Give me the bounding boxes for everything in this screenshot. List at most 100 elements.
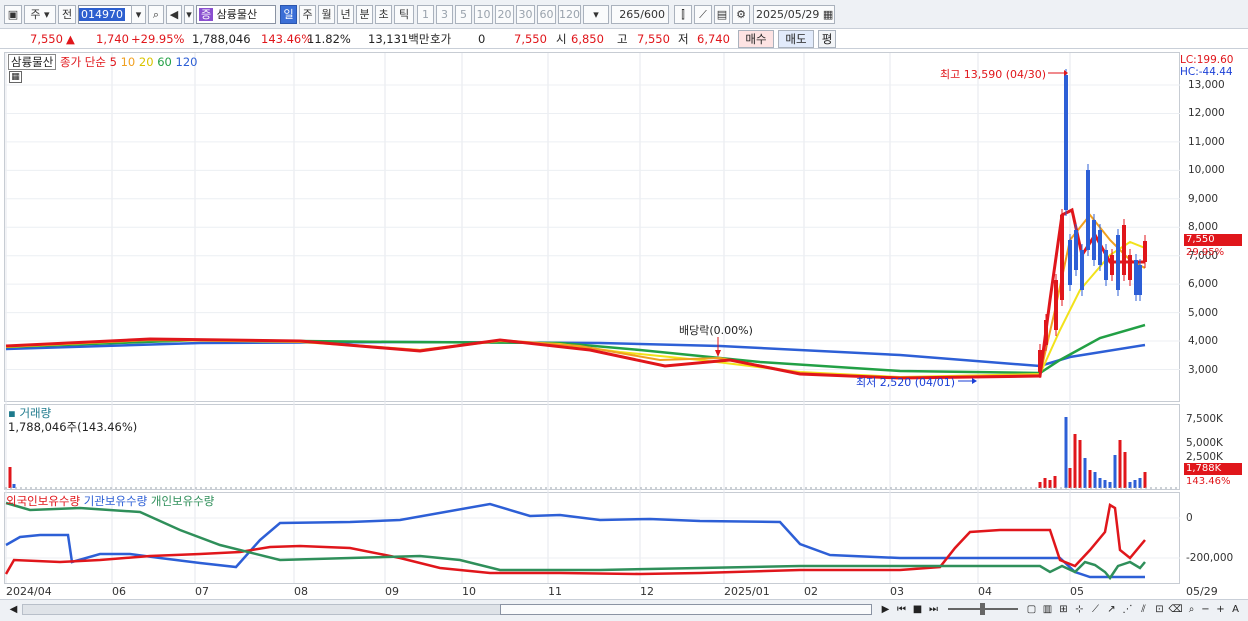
candle-body — [1138, 265, 1142, 295]
volume-pct-tag: 143.46% — [1186, 476, 1231, 487]
price-legend: 삼륭물산 종가 단순 5 10 20 60 120 — [8, 54, 197, 70]
price-tick: 3,000 — [1188, 363, 1219, 376]
scroll-right-icon[interactable]: ▶ — [878, 602, 893, 617]
volume-tag: 1,788K — [1184, 463, 1242, 475]
ray-icon[interactable]: ↗ — [1104, 602, 1119, 617]
high-marker: 최고 13,590 (04/30) — [940, 68, 1047, 81]
ma-5-line — [5, 207, 1145, 380]
foreign-line — [4, 503, 1146, 576]
rewind-icon[interactable]: ⏮ — [894, 602, 909, 617]
scroll-left-icon[interactable]: ◀ — [6, 602, 21, 617]
zoom-out-icon[interactable]: − — [1198, 602, 1213, 617]
eraser-icon[interactable]: ⌫ — [1168, 602, 1183, 617]
dividend-marker: 배당락(0.00%) — [679, 324, 753, 337]
grid-toggle-icon[interactable]: ▦ — [9, 71, 22, 83]
price-tick: 9,000 — [1188, 192, 1219, 205]
zoom-icon[interactable]: ⌕ — [1184, 602, 1199, 617]
legend-ma-20: 20 — [138, 55, 154, 69]
candle-body — [1128, 255, 1132, 280]
volume-bar — [1073, 434, 1077, 488]
x-tick-05: 05 — [1070, 585, 1084, 598]
holder-tick-neg200k: -200,000 — [1186, 552, 1234, 564]
channel-icon[interactable]: ⫽ — [1136, 602, 1151, 617]
candle-body — [1068, 240, 1072, 285]
x-tick-06: 06 — [112, 585, 126, 598]
volume-bar — [1138, 478, 1142, 488]
legend-ma-120: 120 — [175, 55, 198, 69]
lock-icon[interactable]: ⊡ — [1152, 602, 1167, 617]
volume-bar — [12, 484, 16, 488]
ma-20-line — [5, 240, 1146, 379]
candle-body — [1044, 320, 1048, 345]
candle-body — [1110, 255, 1114, 275]
crosshair-icon[interactable]: ⊹ — [1072, 602, 1087, 617]
volume-bar — [1093, 472, 1097, 488]
trendline-icon[interactable]: ⟋ — [1088, 602, 1103, 617]
volume-value: 1,788,046주(143.46%) — [8, 420, 138, 434]
volume-bar — [1068, 468, 1072, 488]
holder-tick-0: 0 — [1186, 512, 1193, 524]
low-arrow-icon — [972, 378, 977, 384]
fib-icon[interactable]: ⋰ — [1120, 602, 1135, 617]
volume-title-text: 거래량 — [19, 406, 52, 420]
price-tick: 4,000 — [1188, 335, 1219, 348]
legend-institution: 기관보유수량 — [83, 494, 148, 508]
holder-legend: 외국인보유수량 기관보유수량 개인보유수량 — [6, 493, 214, 509]
indicator-icon[interactable]: ⊞ — [1056, 602, 1071, 617]
volume-bar — [1133, 480, 1137, 488]
x-tick-05-29: 05/29 — [1186, 585, 1218, 598]
candle-body — [1098, 230, 1102, 265]
volume-bar — [1143, 472, 1147, 488]
candle-body — [1116, 235, 1120, 290]
text-tool-icon[interactable]: A — [1228, 602, 1243, 617]
candle-body — [1054, 280, 1058, 330]
layout-icon[interactable]: ▢ — [1024, 602, 1039, 617]
price-tag: 7,550 — [1184, 234, 1242, 246]
x-tick-2025-01: 2025/01 — [724, 585, 770, 598]
hc-value: HC:-44.44 — [1180, 66, 1233, 78]
volume-bar — [1123, 452, 1127, 488]
candle-body — [1122, 225, 1126, 275]
forward-icon[interactable]: ⏭ — [926, 602, 941, 617]
volume-bar — [1118, 440, 1122, 488]
candle-body — [1060, 215, 1064, 300]
lc-value: LC:199.60 — [1180, 54, 1234, 66]
candle-body — [1038, 350, 1042, 372]
candle-body — [1092, 220, 1096, 260]
low-marker: 최저 2,520 (04/01) — [856, 376, 956, 389]
volume-bar — [1043, 478, 1047, 488]
legend-ma-5: 5 — [109, 55, 117, 69]
price-tick: 5,000 — [1188, 306, 1219, 319]
scrollbar-thumb[interactable] — [500, 604, 872, 615]
stop-icon[interactable]: ■ — [910, 602, 925, 617]
price-tick: 13,000 — [1188, 79, 1225, 91]
price-tick: 8,000 — [1188, 221, 1219, 234]
zoom-slider-handle[interactable] — [980, 603, 985, 615]
volume-bar — [1083, 458, 1087, 488]
vol-tick-5000k: 5,000K — [1186, 437, 1223, 449]
volume-bar — [1098, 478, 1102, 488]
x-tick-10: 10 — [462, 585, 476, 598]
volume-bar — [8, 467, 12, 488]
legend-individual: 개인보유수량 — [150, 494, 215, 508]
price-tick: 11,000 — [1188, 135, 1225, 148]
price-tick: 12,000 — [1188, 107, 1225, 120]
volume-bar — [1053, 476, 1057, 488]
zoom-in-icon[interactable]: + — [1213, 602, 1228, 617]
x-tick-09: 09 — [385, 585, 399, 598]
chart-canvas — [4, 53, 1180, 583]
individual-line — [5, 501, 1146, 581]
x-tick-03: 03 — [890, 585, 904, 598]
x-tick-2024-04: 2024/04 — [6, 585, 52, 598]
price-tick: 10,000 — [1188, 164, 1225, 177]
volume-bar — [1078, 440, 1082, 488]
candle-body — [1143, 241, 1147, 262]
split-icon[interactable]: ▥ — [1040, 602, 1055, 617]
vol-tick-7500k: 7,500K — [1186, 413, 1223, 425]
volume-bar — [1128, 482, 1132, 488]
price-tick: 6,000 — [1188, 278, 1219, 291]
x-tick-11: 11 — [548, 585, 562, 598]
candle-body — [1080, 250, 1084, 290]
volume-bar — [1103, 480, 1107, 488]
volume-bar — [1064, 417, 1068, 488]
